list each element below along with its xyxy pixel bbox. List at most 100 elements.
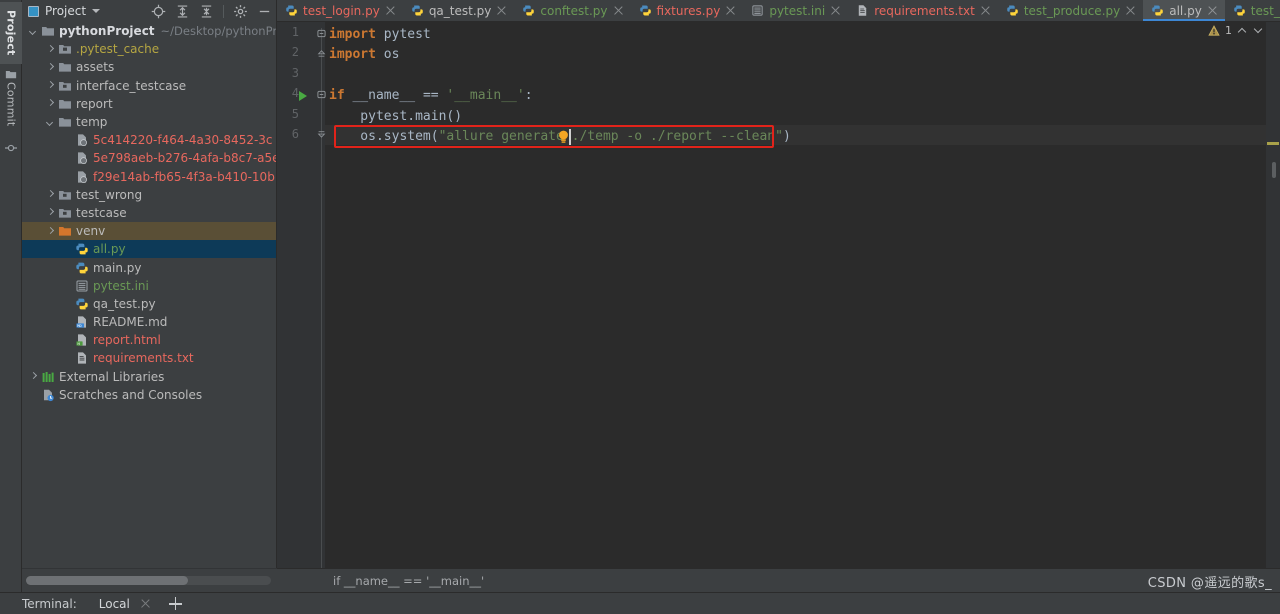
scrollbar-thumb[interactable] bbox=[26, 576, 188, 585]
tree-row[interactable]: venv bbox=[22, 222, 276, 241]
gear-icon[interactable] bbox=[233, 4, 248, 19]
tree-row[interactable]: pytest.ini bbox=[22, 277, 276, 295]
close-icon[interactable] bbox=[385, 5, 396, 16]
tree-row-label: all.py bbox=[93, 242, 126, 257]
python-file-icon bbox=[76, 298, 88, 310]
close-icon[interactable] bbox=[1207, 5, 1218, 16]
select-opened-file-icon[interactable] bbox=[151, 4, 166, 19]
tree-row[interactable]: all.py bbox=[22, 240, 276, 259]
code-token: == bbox=[422, 88, 439, 104]
scrollbar-track[interactable] bbox=[26, 576, 271, 585]
expand-all-icon[interactable] bbox=[175, 4, 190, 19]
folder-icon bbox=[42, 27, 54, 36]
folder-excluded-icon bbox=[59, 45, 71, 54]
plus-icon[interactable] bbox=[168, 597, 182, 610]
chevron-up-icon[interactable] bbox=[1237, 25, 1248, 36]
editor-tab[interactable]: qa_test.py bbox=[403, 0, 515, 21]
tree-row[interactable]: MD README.md bbox=[22, 313, 276, 331]
tree-expand-arrow-icon[interactable] bbox=[45, 44, 56, 55]
tree-row[interactable]: f29e14ab-fb65-4f3a-b410-10b bbox=[22, 168, 276, 186]
editor-vertical-scrollbar[interactable] bbox=[1272, 162, 1276, 178]
tree-row[interactable]: temp bbox=[22, 113, 276, 131]
rail-item-project[interactable]: Project bbox=[0, 2, 22, 64]
code-text[interactable]: import pytest import os if __name__ == '__… bbox=[329, 22, 1280, 568]
fold-marker-icon[interactable] bbox=[317, 29, 326, 38]
tree-row[interactable]: External Libraries bbox=[22, 368, 276, 386]
close-icon[interactable] bbox=[725, 5, 736, 16]
attachment-file-icon bbox=[78, 170, 87, 183]
code-line[interactable]: if __name__ == '__main__': bbox=[329, 86, 533, 106]
rail-item-commit[interactable]: Commit bbox=[0, 72, 22, 136]
editor-tab[interactable]: requirements.txt bbox=[848, 0, 998, 21]
warning-marker[interactable] bbox=[1267, 142, 1279, 145]
editor-tab-label: fixtures.py bbox=[656, 3, 721, 18]
tree-row[interactable]: assets bbox=[22, 58, 276, 76]
tree-expand-arrow-icon[interactable] bbox=[45, 80, 56, 91]
tree-expand-arrow-icon[interactable] bbox=[45, 226, 56, 237]
code-editor[interactable]: 123456 import pytest import os if __name… bbox=[277, 22, 1280, 568]
tree-expand-arrow-icon[interactable] bbox=[45, 98, 56, 109]
editor-tab[interactable]: test_login.py bbox=[277, 0, 403, 21]
tree-row[interactable]: 5e798aeb-b276-4afa-b8c7-a5e bbox=[22, 149, 276, 167]
tree-row[interactable]: 5c414220-f464-4a30-8452-3c bbox=[22, 131, 276, 149]
close-icon[interactable] bbox=[830, 5, 841, 16]
chevron-down-icon[interactable] bbox=[1253, 25, 1264, 36]
code-line[interactable]: pytest.main() bbox=[329, 107, 462, 127]
tree-expand-arrow-icon[interactable] bbox=[45, 189, 56, 200]
editor-tab[interactable]: test_produce.py bbox=[998, 0, 1143, 21]
fold-marker-icon[interactable] bbox=[317, 49, 326, 58]
editor-tab[interactable]: all.py bbox=[1143, 0, 1225, 21]
tree-row[interactable]: Hreport.html bbox=[22, 331, 276, 349]
editor-tab[interactable]: conftest.py bbox=[514, 0, 630, 21]
run-gutter-icon[interactable] bbox=[299, 91, 307, 102]
tree-expand-arrow-icon[interactable] bbox=[45, 117, 56, 128]
project-window-icon bbox=[28, 5, 39, 17]
terminal-session-local[interactable]: Local bbox=[99, 597, 130, 611]
editor-tab[interactable]: test_wrong.py bbox=[1225, 0, 1280, 21]
breadcrumb[interactable]: if __name__ == '__main__' bbox=[277, 568, 1280, 592]
tree-expand-arrow-icon[interactable] bbox=[28, 371, 39, 382]
editor-tab[interactable]: fixtures.py bbox=[631, 0, 744, 21]
editor-gutter[interactable]: 1 2 3 4 5 6 bbox=[277, 22, 326, 568]
tree-expand-arrow-icon[interactable] bbox=[45, 62, 56, 73]
tree-row[interactable]: main.py bbox=[22, 258, 276, 276]
folder-icon bbox=[59, 99, 71, 109]
fold-marker-icon[interactable] bbox=[317, 90, 326, 99]
tree-expand-arrow-icon[interactable] bbox=[45, 207, 56, 218]
tree-row[interactable]: requirements.txt bbox=[22, 349, 276, 367]
project-tree[interactable]: pythonProject ~/Desktop/pythonProj .pytest… bbox=[22, 22, 276, 568]
editor-tab-bar[interactable]: test_login.py qa_test.py conftest.py fixtur… bbox=[277, 0, 1280, 22]
terminal-label[interactable]: Terminal: bbox=[22, 597, 77, 611]
tree-row[interactable]: Scratches and Consoles bbox=[22, 386, 276, 404]
editor-tab[interactable]: pytest.ini bbox=[743, 0, 848, 21]
lightbulb-icon[interactable] bbox=[558, 130, 569, 144]
code-line[interactable]: import os bbox=[329, 45, 399, 65]
close-icon[interactable] bbox=[1125, 5, 1136, 16]
tree-row[interactable]: testcase bbox=[22, 204, 276, 222]
python-file-icon bbox=[286, 5, 297, 16]
inspection-status-widget[interactable]: 1 bbox=[1208, 24, 1264, 37]
text-caret bbox=[569, 129, 571, 145]
tree-row[interactable]: .pytest_cache bbox=[22, 40, 276, 58]
tree-row[interactable]: report bbox=[22, 95, 276, 113]
close-icon[interactable] bbox=[140, 598, 151, 609]
hide-icon[interactable] bbox=[257, 4, 272, 19]
tree-row[interactable]: qa_test.py bbox=[22, 295, 276, 313]
tree-expand-arrow-icon[interactable] bbox=[28, 26, 39, 37]
tree-row-label: assets bbox=[76, 60, 115, 75]
close-icon[interactable] bbox=[613, 5, 624, 16]
close-icon[interactable] bbox=[496, 5, 507, 16]
collapse-all-icon[interactable] bbox=[199, 4, 214, 19]
tree-row[interactable]: test_wrong bbox=[22, 186, 276, 204]
fold-end-icon[interactable] bbox=[317, 128, 326, 139]
project-horizontal-scrollbar[interactable] bbox=[22, 568, 277, 592]
close-icon[interactable] bbox=[980, 5, 991, 16]
tree-row[interactable]: pythonProject ~/Desktop/pythonProj bbox=[22, 22, 276, 40]
chevron-down-icon[interactable] bbox=[92, 9, 101, 13]
tree-row[interactable]: interface_testcase bbox=[22, 77, 276, 95]
editor-marker-gutter[interactable] bbox=[1266, 22, 1280, 568]
code-line[interactable]: import pytest bbox=[329, 25, 431, 45]
